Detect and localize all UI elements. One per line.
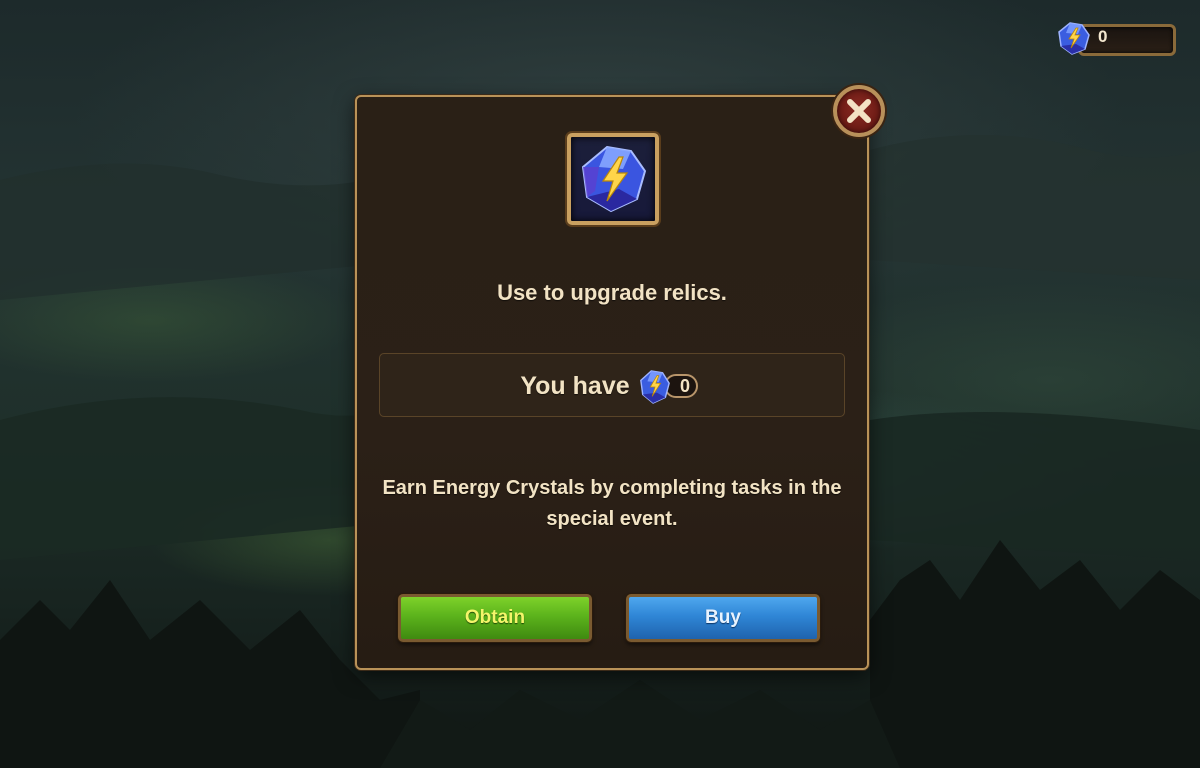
energy-crystal-icon [581,145,647,213]
game-scene: 0 Use to upgrade relics. You have 0 Earn… [0,0,1200,768]
obtain-info-text: Earn Energy Crystals by completing tasks… [382,477,842,530]
item-description: Use to upgrade relics. [497,280,727,305]
buy-button[interactable]: Buy [626,594,820,642]
owned-count-value: 0 [680,376,691,396]
you-have-label: You have [520,372,630,400]
obtain-button[interactable]: Obtain [398,594,592,642]
counter-value: 0 [1098,27,1108,46]
close-icon [847,99,871,123]
item-icon-frame [567,133,659,225]
close-button[interactable] [833,85,885,137]
counter-bar [1078,24,1176,56]
energy-crystal-icon [640,370,670,404]
energy-crystal-icon [1058,22,1090,55]
owned-count: 0 [638,368,704,408]
energy-crystal-counter[interactable]: 0 [1056,20,1176,60]
